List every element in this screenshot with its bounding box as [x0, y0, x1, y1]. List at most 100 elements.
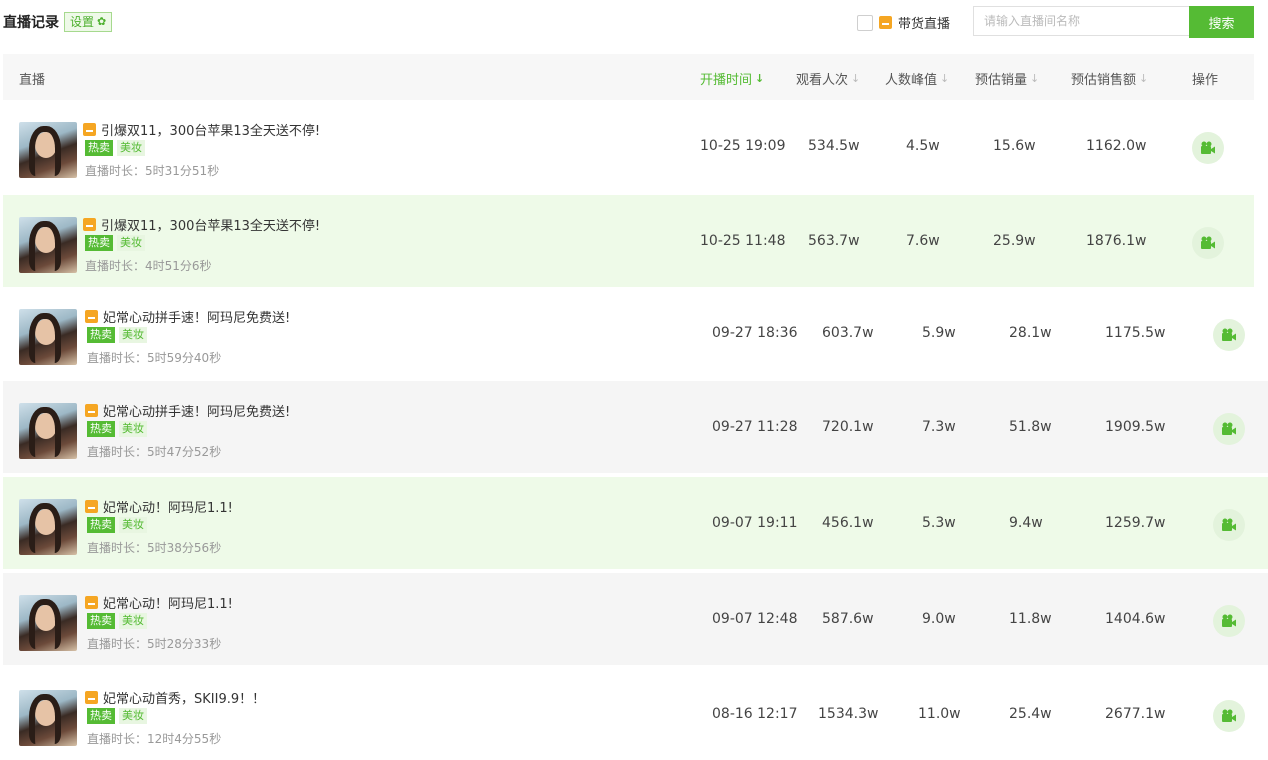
duration-value: 5时38分56秒: [147, 541, 222, 555]
sales-amount-cell: 1876.1w: [1086, 233, 1147, 249]
shopping-cart-icon: [879, 16, 892, 29]
start-time-cell: 10-25 19:09: [700, 138, 786, 154]
column-header-sales-amount[interactable]: 预估销售额 ↓: [1071, 69, 1148, 88]
live-title[interactable]: 妃常心动！阿玛尼1.1!: [85, 593, 233, 612]
live-title[interactable]: 妃常心动拼手速！阿玛尼免费送!: [85, 401, 290, 420]
live-commerce-checkbox[interactable]: [857, 14, 873, 31]
table-row[interactable]: 妃常心动！阿玛尼1.1! 热卖 美妆 直播时长：5时38分56秒 09-07 19:11…: [3, 477, 1268, 569]
video-camera-icon: [1222, 614, 1236, 627]
video-camera-icon: [1201, 236, 1215, 249]
duration-value: 5时59分40秒: [147, 351, 222, 365]
sales-volume-cell: 9.4w: [1009, 515, 1043, 531]
gear-icon: ✿: [97, 15, 107, 28]
live-title[interactable]: 引爆双11，300台苹果13全天送不停!: [83, 120, 320, 139]
live-title[interactable]: 妃常心动拼手速！阿玛尼免费送!: [85, 307, 290, 326]
table-row[interactable]: 妃常心动拼手速！阿玛尼免费送! 热卖 美妆 直播时长：5时47分52秒 09-27 11…: [3, 381, 1268, 473]
views-cell: 456.1w: [822, 515, 874, 531]
sort-icon: ↓: [1030, 72, 1040, 85]
live-title-text: 妃常心动！阿玛尼1.1!: [103, 597, 233, 612]
live-commerce-filter[interactable]: 带货直播: [857, 13, 950, 32]
live-title-text: 妃常心动拼手速！阿玛尼免费送!: [103, 311, 291, 326]
avatar[interactable]: [19, 122, 77, 178]
tag-list: 热卖 美妆: [85, 140, 145, 156]
sort-desc-icon: ↓: [755, 72, 765, 85]
live-title[interactable]: 妃常心动！阿玛尼1.1!: [85, 497, 233, 516]
avatar[interactable]: [19, 499, 77, 555]
video-camera-button[interactable]: [1213, 413, 1245, 445]
sales-volume-cell: 11.8w: [1009, 611, 1052, 627]
column-header-peak[interactable]: 人数峰值 ↓: [885, 69, 949, 88]
avatar[interactable]: [19, 403, 77, 459]
sales-amount-cell: 1162.0w: [1086, 138, 1147, 154]
views-cell: 534.5w: [808, 138, 860, 154]
duration-value: 12时4分55秒: [147, 732, 222, 746]
avatar[interactable]: [19, 309, 77, 365]
tag-list: 热卖 美妆: [87, 708, 147, 724]
table-row[interactable]: 妃常心动！阿玛尼1.1! 热卖 美妆 直播时长：5时28分33秒 09-07 12:48…: [3, 573, 1268, 665]
video-camera-icon: [1222, 518, 1236, 531]
table-row[interactable]: 妃常心动首秀，SKII9.9！！ 热卖 美妆 直播时长：12时4分55秒 08-16 1…: [3, 668, 1268, 760]
hot-tag: 热卖: [85, 235, 113, 251]
sales-amount-cell: 1909.5w: [1105, 419, 1166, 435]
views-cell: 587.6w: [822, 611, 874, 627]
live-title-text: 妃常心动！阿玛尼1.1!: [103, 501, 233, 516]
start-time-cell: 09-07 12:48: [712, 611, 798, 627]
duration: 直播时长：5时28分33秒: [87, 635, 221, 652]
table-row[interactable]: 引爆双11，300台苹果13全天送不停! 热卖 美妆 直播时长：5时31分51秒 10-…: [3, 100, 1254, 192]
table-header: 直播 开播时间 ↓ 观看人次 ↓ 人数峰值 ↓ 预估销量 ↓ 预估销售额 ↓ 操…: [3, 54, 1254, 100]
avatar[interactable]: [19, 690, 77, 746]
duration: 直播时长：4时51分6秒: [85, 257, 212, 274]
views-cell: 603.7w: [822, 325, 874, 341]
duration-value: 5时47分52秒: [147, 445, 222, 459]
category-tag: 美妆: [119, 613, 147, 629]
video-camera-icon: [1222, 328, 1236, 341]
live-title[interactable]: 妃常心动首秀，SKII9.9！！: [85, 688, 265, 707]
video-camera-icon: [1222, 709, 1236, 722]
sort-icon: ↓: [940, 72, 950, 85]
duration: 直播时长：5时59分40秒: [87, 349, 221, 366]
duration: 直播时长：5时47分52秒: [87, 443, 221, 460]
start-time-cell: 10-25 11:48: [700, 233, 786, 249]
avatar[interactable]: [19, 217, 77, 273]
peak-cell: 9.0w: [922, 611, 956, 627]
live-title-text: 引爆双11，300台苹果13全天送不停!: [101, 124, 321, 139]
search-input[interactable]: [973, 6, 1189, 36]
video-camera-button[interactable]: [1213, 509, 1245, 541]
tag-list: 热卖 美妆: [87, 517, 147, 533]
video-camera-button[interactable]: [1192, 227, 1224, 259]
live-title-text: 妃常心动首秀，SKII9.9！！: [103, 692, 266, 707]
column-header-start-time[interactable]: 开播时间 ↓: [700, 69, 764, 88]
tag-list: 热卖 美妆: [85, 235, 145, 251]
search-button[interactable]: 搜索: [1189, 6, 1254, 38]
category-tag: 美妆: [119, 327, 147, 343]
peak-cell: 11.0w: [918, 706, 961, 722]
duration-value: 5时31分51秒: [145, 164, 220, 178]
live-title-text: 妃常心动拼手速！阿玛尼免费送!: [103, 405, 291, 420]
live-title[interactable]: 引爆双11，300台苹果13全天送不停!: [83, 215, 320, 234]
table-row[interactable]: 妃常心动拼手速！阿玛尼免费送! 热卖 美妆 直播时长：5时59分40秒 09-27 18…: [3, 287, 1268, 379]
avatar[interactable]: [19, 595, 77, 651]
video-camera-button[interactable]: [1213, 319, 1245, 351]
video-camera-button[interactable]: [1213, 605, 1245, 637]
sales-volume-cell: 15.6w: [993, 138, 1036, 154]
page-title: 直播记录: [3, 15, 59, 31]
hot-tag: 热卖: [87, 327, 115, 343]
duration-label: 直播时长：: [87, 541, 148, 555]
peak-cell: 4.5w: [906, 138, 940, 154]
shopping-cart-icon: [83, 123, 96, 136]
video-camera-button[interactable]: [1213, 700, 1245, 732]
category-tag: 美妆: [119, 517, 147, 533]
column-header-views[interactable]: 观看人次 ↓: [796, 69, 860, 88]
sales-amount-cell: 1259.7w: [1105, 515, 1166, 531]
views-cell: 1534.3w: [818, 706, 879, 722]
table-row[interactable]: 引爆双11，300台苹果13全天送不停! 热卖 美妆直播时长：4时51分6秒 10-2…: [3, 195, 1254, 287]
column-header-sales-volume[interactable]: 预估销量 ↓: [975, 69, 1039, 88]
duration-value: 5时28分33秒: [147, 637, 222, 651]
sales-amount-cell: 1175.5w: [1105, 325, 1166, 341]
duration-value: 4时51分6秒: [145, 259, 212, 273]
sort-icon: ↓: [851, 72, 861, 85]
video-camera-icon: [1222, 422, 1236, 435]
video-camera-button[interactable]: [1192, 132, 1224, 164]
settings-button[interactable]: 设置 ✿: [64, 12, 113, 32]
top-bar: 直播记录 设置 ✿ 带货直播 搜索: [0, 0, 1268, 44]
